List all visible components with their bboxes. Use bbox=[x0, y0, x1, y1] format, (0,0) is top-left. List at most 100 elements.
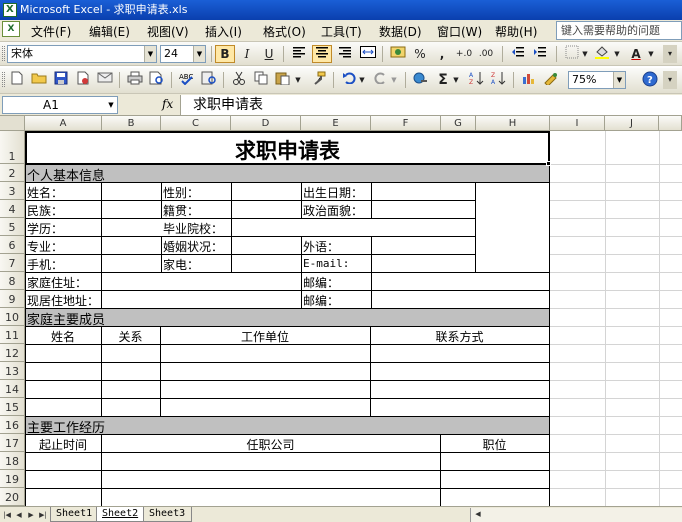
family-header-name[interactable]: 姓名 bbox=[25, 328, 101, 345]
work-header-company[interactable]: 任职公司 bbox=[101, 436, 440, 453]
chevron-down-icon[interactable]: ▼ bbox=[646, 45, 656, 63]
work-header-position[interactable]: 职位 bbox=[440, 436, 549, 453]
cut-icon[interactable] bbox=[229, 71, 249, 89]
increase-indent-icon[interactable] bbox=[530, 45, 550, 63]
form-title[interactable]: 求职申请表 bbox=[25, 135, 550, 165]
format-painter-icon[interactable] bbox=[309, 71, 329, 89]
cell-school-label[interactable]: 毕业院校： bbox=[163, 220, 223, 237]
row-header[interactable]: 18 bbox=[0, 452, 25, 470]
cell-gender-label[interactable]: 性别： bbox=[163, 184, 199, 201]
chevron-down-icon[interactable]: ▼ bbox=[389, 71, 399, 89]
sheet-tab-sheet2[interactable]: Sheet2 bbox=[96, 507, 146, 522]
cell-postcode-label[interactable]: 邮编： bbox=[303, 274, 339, 291]
currency-icon[interactable] bbox=[388, 45, 408, 63]
spelling-icon[interactable]: ABC bbox=[177, 71, 197, 89]
column-header[interactable]: A bbox=[25, 116, 102, 131]
family-header-employer[interactable]: 工作单位 bbox=[160, 328, 370, 345]
insert-function-button[interactable]: fx bbox=[162, 97, 173, 111]
chevron-down-icon[interactable]: ▼ bbox=[451, 71, 461, 89]
cell-home-address-label[interactable]: 家庭住址： bbox=[27, 274, 87, 291]
row-header[interactable]: 5 bbox=[0, 218, 25, 236]
decrease-decimal-button[interactable]: .00 bbox=[476, 45, 496, 63]
toolbar-options-icon[interactable]: ▾ bbox=[663, 45, 677, 63]
column-header[interactable]: J bbox=[605, 116, 659, 131]
last-sheet-icon[interactable]: ▶| bbox=[38, 509, 48, 521]
cell-email-label[interactable]: E-mail: bbox=[303, 257, 349, 270]
chart-wizard-icon[interactable] bbox=[519, 71, 539, 89]
row-header[interactable]: 16 bbox=[0, 416, 25, 434]
increase-decimal-button[interactable]: +.0 bbox=[454, 45, 474, 63]
menu-file[interactable]: 文件(F) bbox=[31, 23, 71, 40]
new-file-icon[interactable] bbox=[7, 71, 27, 89]
chevron-down-icon[interactable]: ▼ bbox=[105, 97, 117, 113]
menu-insert[interactable]: 插入(I) bbox=[205, 23, 242, 40]
help-icon[interactable]: ? bbox=[640, 71, 660, 89]
open-folder-icon[interactable] bbox=[29, 71, 49, 89]
name-box[interactable]: A1 ▼ bbox=[2, 96, 118, 114]
chevron-down-icon[interactable]: ▼ bbox=[580, 45, 590, 63]
cell-current-address-label[interactable]: 现居住地址： bbox=[27, 292, 99, 309]
paste-icon[interactable] bbox=[273, 71, 293, 89]
section-family-label[interactable]: 家庭主要成员 bbox=[27, 309, 105, 328]
cell-home-phone-label[interactable]: 家电： bbox=[163, 256, 199, 273]
borders-icon[interactable] bbox=[562, 45, 582, 63]
column-header[interactable]: E bbox=[301, 116, 371, 131]
align-center-icon[interactable] bbox=[312, 45, 332, 63]
save-icon[interactable] bbox=[51, 71, 71, 89]
column-header[interactable]: F bbox=[371, 116, 441, 131]
row-header[interactable]: 19 bbox=[0, 470, 25, 488]
sheet-tab-sheet3[interactable]: Sheet3 bbox=[143, 507, 193, 522]
row-header[interactable]: 4 bbox=[0, 200, 25, 218]
help-search-box[interactable]: 键入需要帮助的问题 bbox=[556, 21, 682, 40]
italic-button[interactable]: I bbox=[237, 45, 257, 63]
font-size-select[interactable]: 24 ▼ bbox=[160, 45, 206, 63]
family-header-relation[interactable]: 关系 bbox=[101, 328, 160, 345]
comma-style-button[interactable]: , bbox=[432, 45, 452, 63]
cell-language-label[interactable]: 外语： bbox=[303, 238, 339, 255]
percent-button[interactable]: % bbox=[410, 45, 430, 63]
column-header[interactable] bbox=[659, 116, 682, 131]
prev-sheet-icon[interactable]: ◀ bbox=[14, 509, 24, 521]
email-icon[interactable] bbox=[95, 71, 115, 89]
section-personal-label[interactable]: 个人基本信息 bbox=[27, 165, 105, 184]
menu-help[interactable]: 帮助(H) bbox=[495, 23, 537, 40]
toolbar-grip[interactable] bbox=[2, 72, 5, 87]
horizontal-scrollbar[interactable]: ◀ bbox=[470, 508, 682, 522]
merge-center-icon[interactable] bbox=[358, 45, 378, 63]
work-header-period[interactable]: 起止时间 bbox=[25, 436, 101, 453]
cell-native-place-label[interactable]: 籍贯： bbox=[163, 202, 199, 219]
sort-ascending-icon[interactable]: AZ bbox=[467, 71, 487, 89]
cell-birth-label[interactable]: 出生日期： bbox=[303, 184, 363, 201]
hyperlink-icon[interactable] bbox=[411, 71, 431, 89]
toolbar-options-icon[interactable]: ▾ bbox=[663, 71, 677, 89]
cell-marital-label[interactable]: 婚姻状况： bbox=[163, 238, 223, 255]
first-sheet-icon[interactable]: |◀ bbox=[2, 509, 12, 521]
print-preview-icon[interactable] bbox=[147, 71, 167, 89]
sheet-tab-sheet1[interactable]: Sheet1 bbox=[50, 507, 100, 522]
cell-mobile-label[interactable]: 手机： bbox=[27, 256, 63, 273]
row-header[interactable]: 6 bbox=[0, 236, 25, 254]
permission-icon[interactable] bbox=[73, 71, 93, 89]
row-header[interactable]: 17 bbox=[0, 434, 25, 452]
drawing-icon[interactable] bbox=[541, 71, 561, 89]
zoom-select[interactable]: 75% ▼ bbox=[568, 71, 626, 89]
print-icon[interactable] bbox=[125, 71, 145, 89]
row-header[interactable]: 2 bbox=[0, 164, 25, 182]
row-header[interactable]: 7 bbox=[0, 254, 25, 272]
menu-window[interactable]: 窗口(W) bbox=[437, 23, 482, 40]
cell-postcode-label[interactable]: 邮编： bbox=[303, 292, 339, 309]
row-header[interactable]: 14 bbox=[0, 380, 25, 398]
align-right-icon[interactable] bbox=[335, 45, 355, 63]
row-header[interactable]: 8 bbox=[0, 272, 25, 290]
cell-name-label[interactable]: 姓名： bbox=[27, 184, 63, 201]
row-header[interactable]: 10 bbox=[0, 308, 25, 326]
menu-view[interactable]: 视图(V) bbox=[147, 23, 189, 40]
copy-icon[interactable] bbox=[251, 71, 271, 89]
redo-icon[interactable] bbox=[371, 71, 391, 89]
row-header[interactable]: 9 bbox=[0, 290, 25, 308]
chevron-down-icon[interactable]: ▼ bbox=[144, 46, 156, 62]
formula-input[interactable]: 求职申请表 bbox=[180, 95, 682, 115]
row-header[interactable]: 12 bbox=[0, 344, 25, 362]
row-header[interactable]: 3 bbox=[0, 182, 25, 200]
chevron-down-icon[interactable]: ▼ bbox=[357, 71, 367, 89]
